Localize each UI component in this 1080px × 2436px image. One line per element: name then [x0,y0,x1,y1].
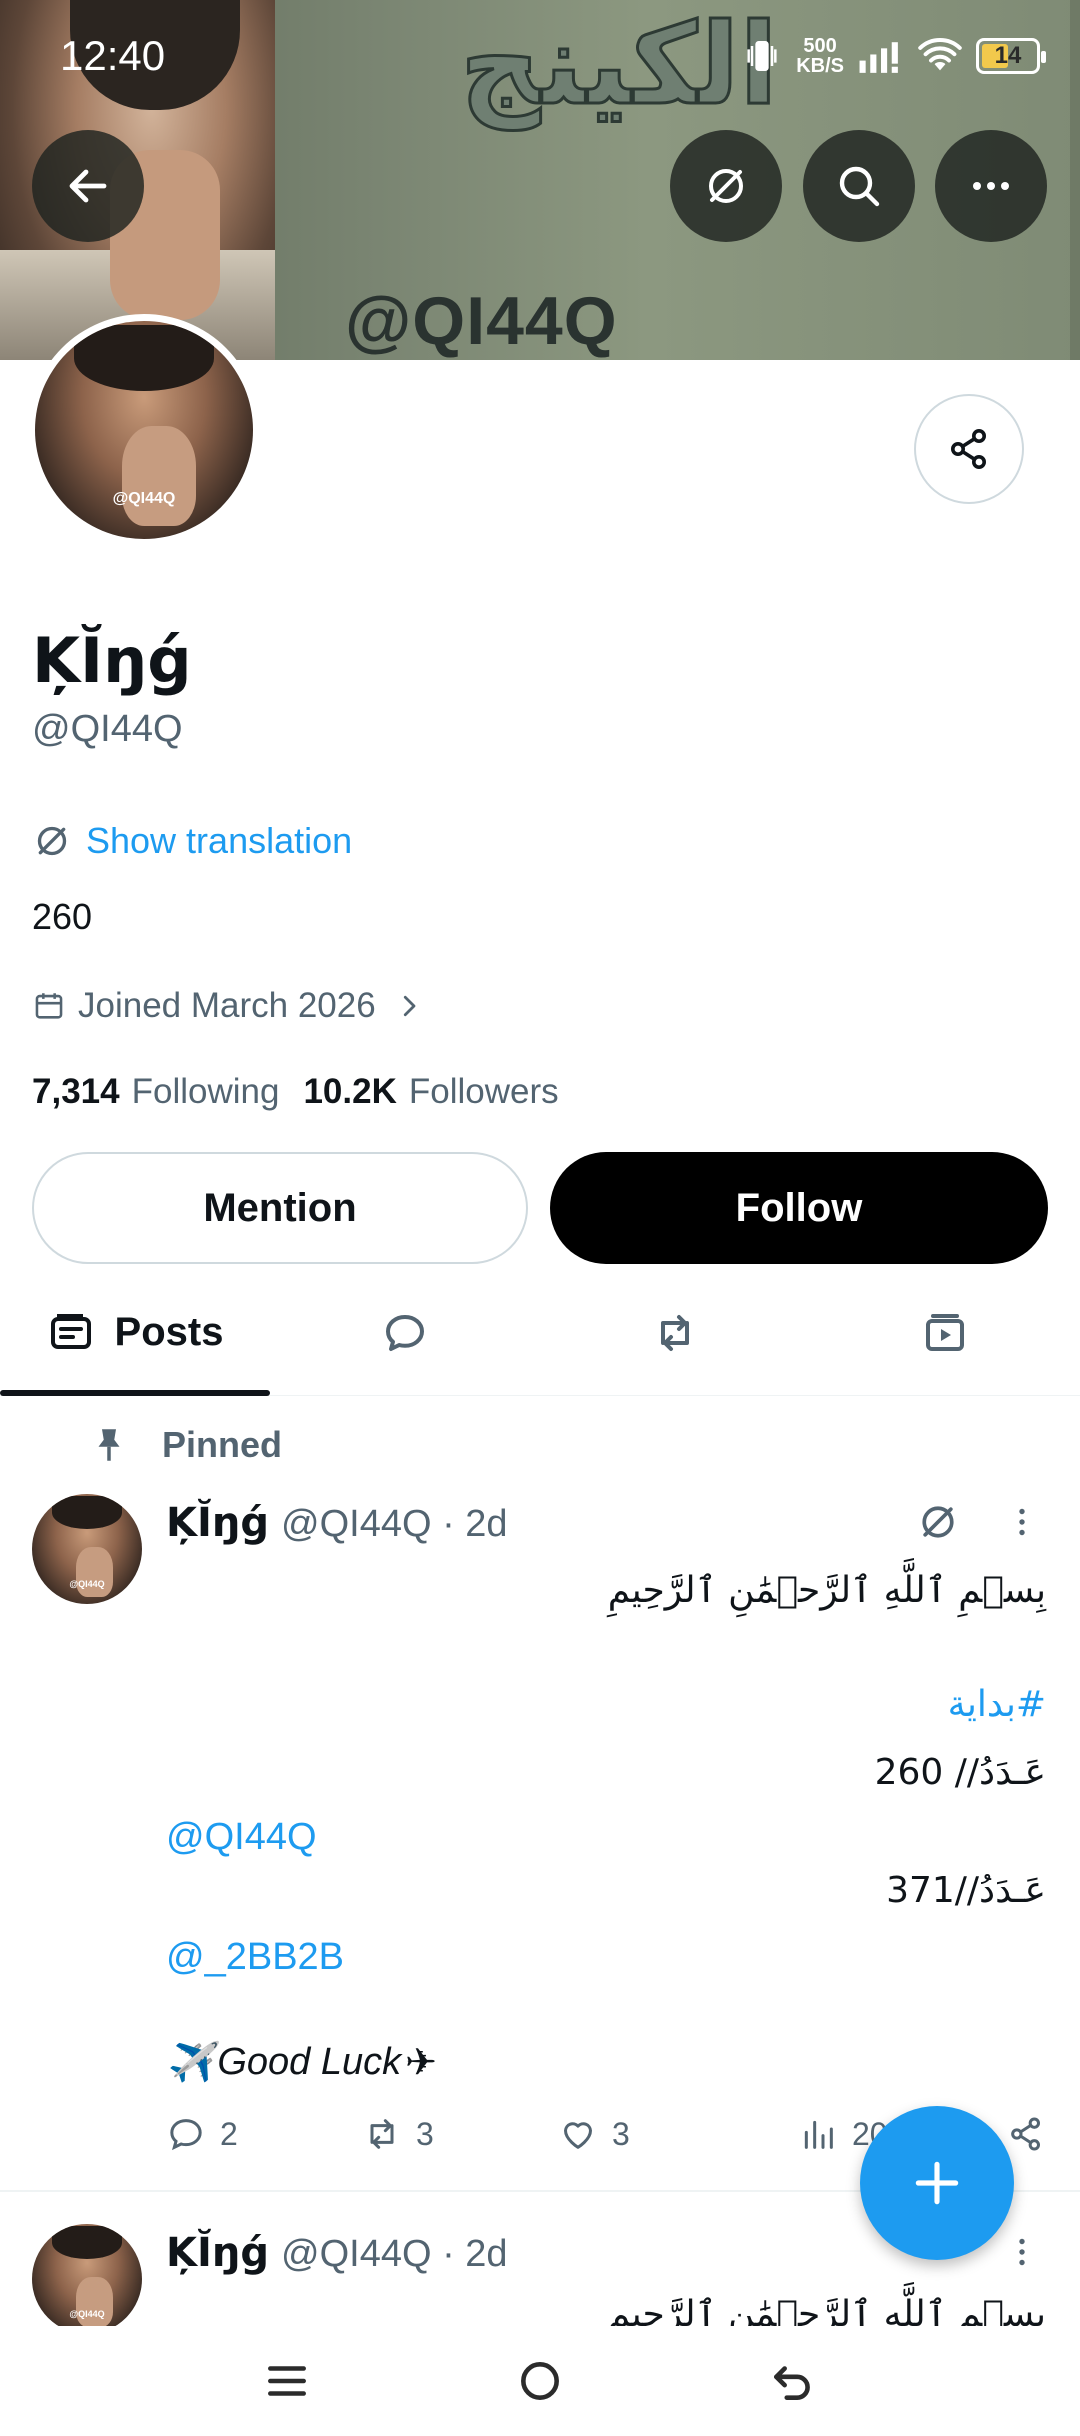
mention-button[interactable]: Mention [32,1152,528,1264]
profile-tabs: Posts [0,1270,1080,1396]
joined-label: Joined March 2026 [78,986,376,1025]
airplane-emoji: ✈️ [166,2041,214,2084]
followers-label: Followers [408,1072,559,1111]
post-author-avatar[interactable]: @QI44Q [32,2224,142,2334]
post-author-name[interactable]: ĶĬŋǵ [166,2230,269,2276]
media-icon [926,1313,964,1351]
post-header: ĶĬŋǵ @QI44Q · 2d [166,1500,508,1546]
more-options-button[interactable] [935,130,1047,242]
translate-icon[interactable] [916,1500,960,1544]
signal-icon [859,42,898,73]
followers-link[interactable]: 10.2K Followers [303,1072,558,1112]
translate-icon [37,826,67,856]
arrow-left-icon [69,169,107,203]
follow-counts: 7,314 Following 10.2K Followers [32,1072,559,1112]
replies-icon [386,1314,424,1351]
back-button[interactable] [32,130,144,242]
post-more-icon[interactable] [1004,2230,1040,2274]
back-nav-icon[interactable] [768,2356,818,2406]
banner-handle-text: @QI44Q [345,283,618,359]
post-more-icon[interactable] [1004,1500,1040,1544]
post-author-meta[interactable]: @QI44Q · 2d [281,2233,508,2276]
net-speed: 500 KB/S [796,35,844,77]
following-label: Following [131,1072,280,1111]
pinned-label-row: Pinned [88,1424,282,1466]
home-icon[interactable] [515,2356,565,2406]
repost-icon [370,2119,394,2149]
like-count: 3 [612,2115,630,2152]
translate-icon [709,169,743,203]
calendar-icon [35,993,63,1019]
avatar-tag: @QI44Q [112,490,176,508]
share-profile-button[interactable] [914,394,1024,504]
share-icon [951,429,986,469]
tab-media[interactable] [810,1270,1080,1395]
post-header-actions [916,1500,1040,1544]
compose-post-button[interactable] [860,2106,1014,2260]
post-share-icon[interactable] [1006,2114,1046,2154]
tab-reposts[interactable] [540,1270,810,1395]
post-mention-2[interactable]: @_2BB2B [166,1936,344,1979]
post-good-luck-line: ✈️ Good Luck ✈ [166,2040,437,2085]
chevron-right-icon [403,995,416,1017]
plus-icon [915,2161,959,2205]
tab-replies[interactable] [270,1270,540,1395]
heart-icon [564,2122,592,2149]
pinned-label: Pinned [162,1424,283,1465]
views-chart-icon [804,2120,833,2149]
post-header: ĶĬŋǵ @QI44Q · 2d [166,2230,508,2276]
profile-bio: 260 [32,896,93,937]
post-author-name[interactable]: ĶĬŋǵ [166,1500,269,1546]
post-header-actions [1004,2230,1040,2274]
post-text-basmala: بِسۡمِ ٱللَّهِ ٱلرَّحۡمَٰنِ ٱلرَّحِيمِ [607,1570,1046,1611]
show-translation-link[interactable]: Show translation [32,820,352,862]
joined-date[interactable]: Joined March 2026 [32,986,424,1026]
like-button[interactable]: 3 [558,2114,754,2154]
airplane-icon: ✈ [405,2042,437,2084]
profile-avatar[interactable]: @QI44Q [28,314,260,546]
reposts-icon [661,1314,689,1351]
status-icons: 500 KB/S 14 [742,30,1046,82]
repost-button[interactable]: 3 [362,2114,558,2154]
post-author-avatar[interactable]: @QI44Q [32,1494,142,1604]
post-hashtag[interactable]: #بداية [948,1684,1046,1725]
wifi-icon [918,38,962,71]
reply-icon [170,2119,202,2151]
system-navigation-bar [0,2326,1080,2436]
tab-posts-label: Posts [114,1310,224,1354]
show-translation-label: Show translation [86,820,353,861]
battery-indicator: 14 [976,38,1046,74]
post-mention-1[interactable]: @QI44Q [166,1816,317,1859]
following-count: 7,314 [32,1072,120,1111]
translate-button[interactable] [670,130,782,242]
post-count-line-2: عَـدَدُ//371 [886,1870,1046,1911]
recent-apps-icon[interactable] [262,2356,312,2406]
search-button[interactable] [803,130,915,242]
reply-button[interactable]: 2 [166,2114,362,2154]
search-icon [839,166,880,207]
posts-icon [50,1313,91,1349]
display-name: ĶĬŋǵ [32,624,192,697]
more-horizontal-icon [973,182,1009,190]
repost-count: 3 [416,2115,434,2152]
pin-icon [98,1429,120,1461]
followers-count: 10.2K [303,1072,397,1111]
reply-count: 2 [220,2115,238,2152]
vibrate-icon [747,41,777,71]
status-time: 12:40 [60,32,166,79]
scrollbar [1070,0,1080,360]
following-link[interactable]: 7,314 Following [32,1072,279,1112]
profile-handle: @QI44Q [32,708,183,750]
follow-button[interactable]: Follow [550,1152,1048,1264]
good-luck-text: Good Luck [217,2041,402,2083]
banner-arabic-text: الكينج [459,0,778,132]
post-count-line-1: عَـدَدُ// 260 [874,1752,1046,1793]
tab-posts[interactable]: Posts [0,1270,270,1396]
post-author-meta[interactable]: @QI44Q · 2d [281,1503,508,1546]
